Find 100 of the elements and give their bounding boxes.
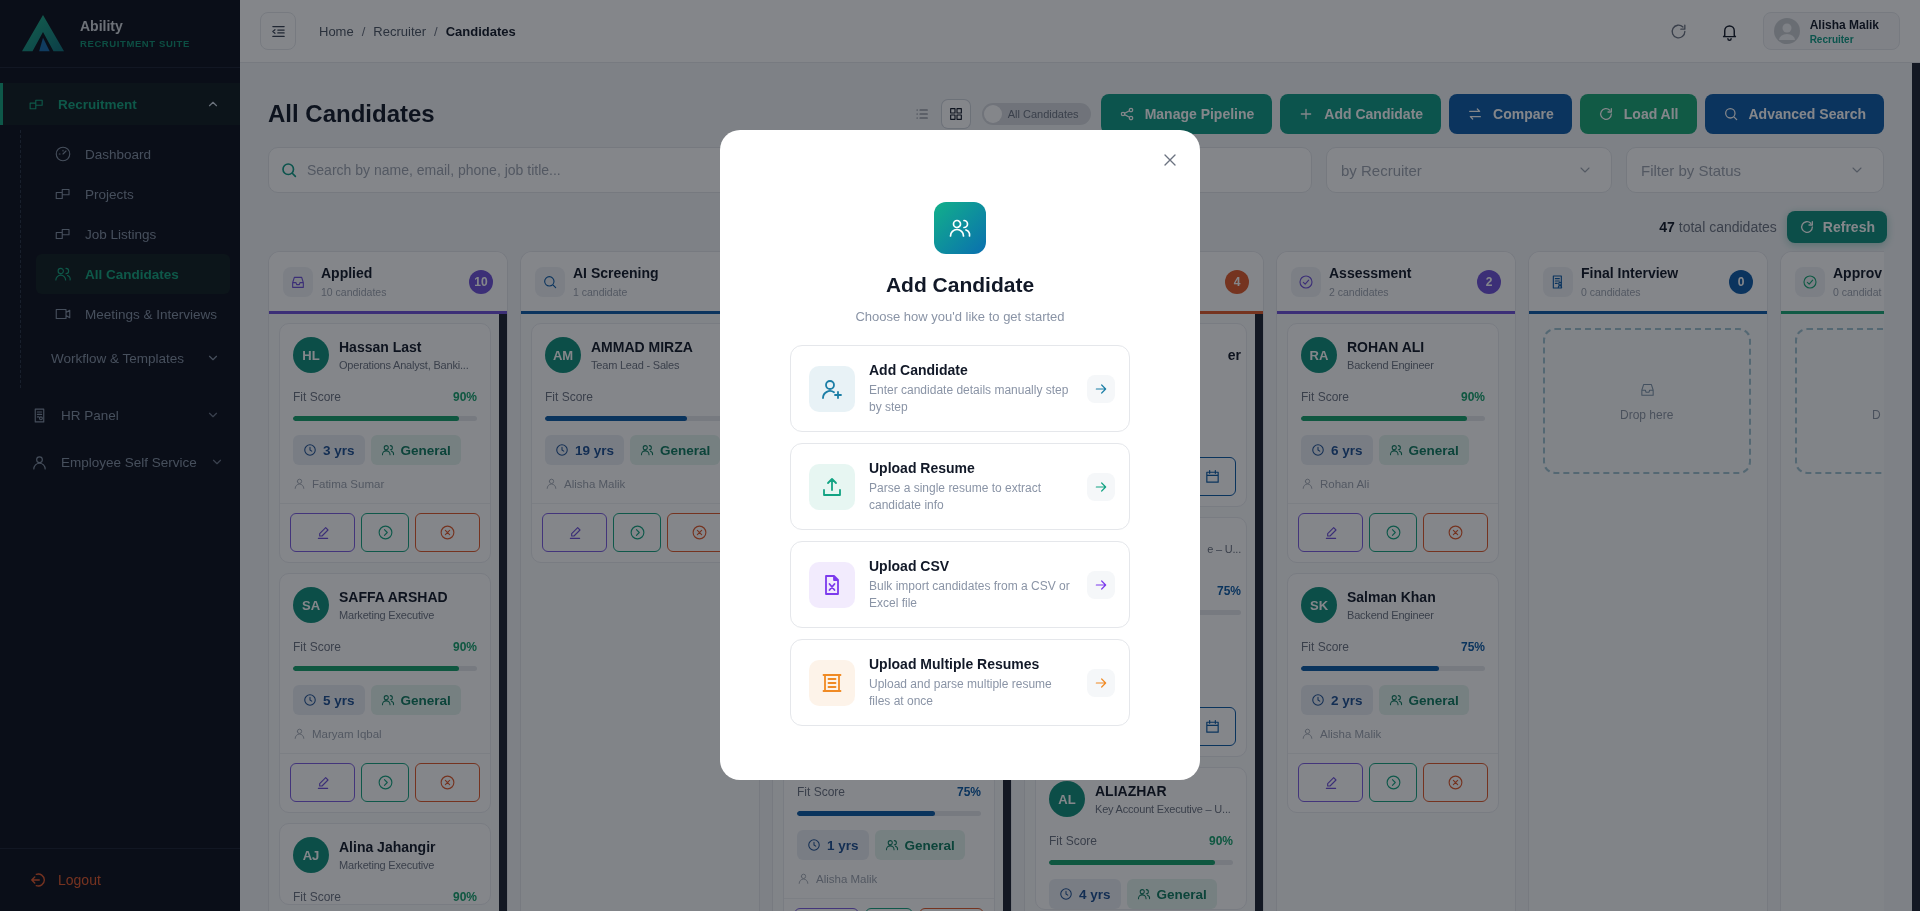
fit-score-value: 75% [1216,584,1241,598]
fit-score-label: Fit Score [797,785,845,799]
user-profile-button[interactable]: Alisha Malik Recruiter [1762,12,1900,50]
avatar: SA [293,587,329,623]
candidate-card[interactable]: AL ALIAZHAR Key Account Executive – U... Fit Score 90% 4 yrs General [1035,767,1247,910]
advance-button[interactable] [613,513,661,552]
count-badge: 2 [1477,269,1501,294]
arrow-right-icon [1087,570,1115,599]
page-title: All Candidates [268,100,436,128]
fit-score-value: 90% [452,390,477,404]
users-icon [640,443,655,457]
total-candidates-count: 47 total candidates [1659,219,1777,235]
swap-arrows-icon [1467,106,1484,122]
edit-button[interactable] [1298,763,1363,802]
arrow-right-icon [1087,472,1115,501]
nav-subitem[interactable]: Meetings & Interviews [36,294,230,334]
option-card[interactable]: Add Candidate Enter candidate details manually step by step [790,345,1130,432]
compare-button[interactable]: Compare [1449,94,1572,134]
breadcrumb-link[interactable]: Recruiter [373,23,427,39]
fit-score-value: 90% [452,890,477,904]
category-text: General [1156,886,1207,902]
advanced-search-button[interactable]: Advanced Search [1704,94,1884,134]
candidate-role: e – U... [1206,543,1241,555]
advance-button[interactable] [361,513,409,552]
candidate-name: Alina Jahangir [339,839,437,855]
logout-button[interactable]: Logout [28,871,101,889]
arrow-right-icon [1087,374,1115,403]
fit-score-label: Fit Score [293,640,341,654]
scrollbar[interactable] [1912,63,1920,911]
avatar: HL [293,337,329,373]
edit-button[interactable] [1298,513,1363,552]
category-text: General [1408,692,1459,708]
fit-score-value: 90% [1208,834,1233,848]
candidate-role: Backend Engineer [1347,609,1435,621]
refresh-icon [1798,219,1815,235]
category-text: General [660,442,711,458]
breadcrumb-link[interactable]: Home [319,23,354,39]
edit-button[interactable] [290,513,355,552]
clock-icon [555,443,569,457]
clock-icon [807,838,821,852]
advance-button[interactable] [1369,513,1417,552]
column-title: Applied [321,265,374,281]
clock-icon [1059,887,1073,901]
candidate-role: Backend Engineer [1347,359,1435,371]
sidebar-toggle-button[interactable] [260,12,296,50]
calendar-icon [1203,468,1221,485]
option-card[interactable]: Upload CSV Bulk import candidates from a CSV or Excel file [790,541,1130,628]
category-text: General [1408,442,1459,458]
candidate-name: ALIAZHAR [1095,783,1168,799]
users-icon [884,838,899,852]
add-candidate-button[interactable]: Add Candidate [1280,94,1442,134]
user-icon [545,477,558,490]
nav-item[interactable]: HR Panel [0,394,240,436]
clock-icon [1311,443,1325,457]
option-card[interactable]: Upload Resume Parse a single resume to extract candidate info [790,443,1130,530]
experience-text: 6 yrs [1331,442,1363,458]
candidate-name: ROHAN ALI [1347,339,1426,355]
avatar: RA [1301,337,1337,373]
fit-score-label: Fit Score [293,890,341,904]
fit-score-label: Fit Score [1301,640,1349,654]
nav-item[interactable]: Employee Self Service [0,441,240,483]
arrow-right-icon [1087,668,1115,697]
edit-button[interactable] [542,513,607,552]
category-text: General [400,692,451,708]
fit-score-label: Fit Score [1301,390,1349,404]
column-title: Final Interview [1581,265,1680,281]
nav-item[interactable]: Recruitment [0,83,240,125]
user-icon [1301,727,1314,740]
candidate-role: Marketing Executive [339,859,436,871]
nav-subitem[interactable]: Job Listings [36,214,230,254]
experience-text: 4 yrs [1079,886,1111,902]
nav-subitem[interactable]: Dashboard [36,134,230,174]
fit-score-label: Fit Score [1049,834,1097,848]
fit-score-label: Fit Score [545,390,593,404]
advance-button[interactable] [1369,763,1417,802]
count-badge: 0 [1729,269,1753,294]
count-badge: 10 [469,269,493,294]
nav-subitem[interactable]: All Candidates [36,254,230,294]
refresh-button[interactable]: Refresh [1786,211,1887,243]
nav-subitem[interactable]: Workflow & Templates [36,334,230,382]
experience-text: 5 yrs [323,692,355,708]
breadcrumb-separator: / [434,23,438,39]
calendar-icon [1203,718,1221,735]
fit-score-label: Fit Score [293,390,341,404]
users-icon [1388,443,1403,457]
manage-pipeline-button[interactable]: Manage Pipeline [1100,94,1273,134]
option-card[interactable]: Upload Multiple Resumes Upload and parse multiple resume files at once [790,639,1130,726]
advance-button[interactable] [361,763,409,802]
scrollbar[interactable] [1255,314,1263,911]
grid-view-button[interactable] [941,100,970,128]
user-icon [293,727,306,740]
avatar: AL [1049,781,1085,817]
candidate-card[interactable]: AJ Alina Jahangir Marketing Executive Fit Score 90% [279,823,491,905]
nav-subitem[interactable]: Projects [36,174,230,214]
experience-text: 3 yrs [323,442,355,458]
load-all-button[interactable]: Load All [1579,94,1697,134]
candidate-name: er [1226,347,1241,363]
scrollbar[interactable] [499,314,507,911]
candidate-role: Operations Analyst, Banki... [339,359,470,371]
edit-button[interactable] [290,763,355,802]
